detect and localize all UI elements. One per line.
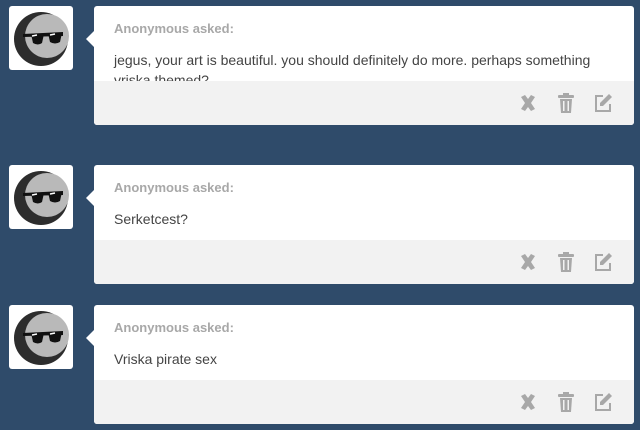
trash-button[interactable]: [555, 391, 577, 413]
edit-button[interactable]: [592, 391, 614, 413]
delete-post-button[interactable]: [517, 251, 539, 273]
edit-icon: [595, 94, 612, 112]
edit-button[interactable]: [592, 251, 614, 273]
anonymous-avatar-icon: [14, 171, 69, 225]
avatar[interactable]: [9, 6, 73, 70]
anonymous-avatar-icon: [14, 12, 69, 66]
delete-post-button[interactable]: [517, 92, 539, 114]
post-footer: [94, 380, 634, 424]
trash-icon: [558, 392, 574, 412]
avatar[interactable]: [9, 305, 73, 369]
x-icon: [521, 394, 535, 410]
edit-icon: [595, 253, 612, 271]
anonymous-avatar-icon: [14, 311, 69, 365]
x-icon: [521, 254, 535, 270]
ask-post: Anonymous asked: Serketcest?: [0, 165, 640, 285]
delete-post-button[interactable]: [517, 391, 539, 413]
ask-inbox: Anonymous asked: jegus, your art is beau…: [0, 0, 640, 430]
x-icon: [521, 95, 535, 111]
ask-post: Anonymous asked: jegus, your art is beau…: [0, 6, 640, 126]
question-text: Vriska pirate sex: [114, 351, 217, 367]
ask-card: Anonymous asked: Serketcest?: [86, 165, 634, 284]
ask-card: Anonymous asked: Vriska pirate sex: [86, 305, 634, 424]
asker-label: Anonymous asked:: [114, 180, 234, 195]
post-footer: [94, 240, 634, 284]
edit-button[interactable]: [592, 92, 614, 114]
post-footer: [94, 81, 634, 125]
asker-label: Anonymous asked:: [114, 21, 234, 36]
question-text: Serketcest?: [114, 211, 188, 227]
ask-post: Anonymous asked: Vriska pirate sex: [0, 305, 640, 425]
avatar[interactable]: [9, 165, 73, 229]
trash-button[interactable]: [555, 251, 577, 273]
trash-button[interactable]: [555, 92, 577, 114]
asker-label: Anonymous asked:: [114, 320, 234, 335]
edit-icon: [595, 393, 612, 411]
trash-icon: [558, 93, 574, 113]
ask-card: Anonymous asked: jegus, your art is beau…: [86, 6, 634, 125]
trash-icon: [558, 252, 574, 272]
